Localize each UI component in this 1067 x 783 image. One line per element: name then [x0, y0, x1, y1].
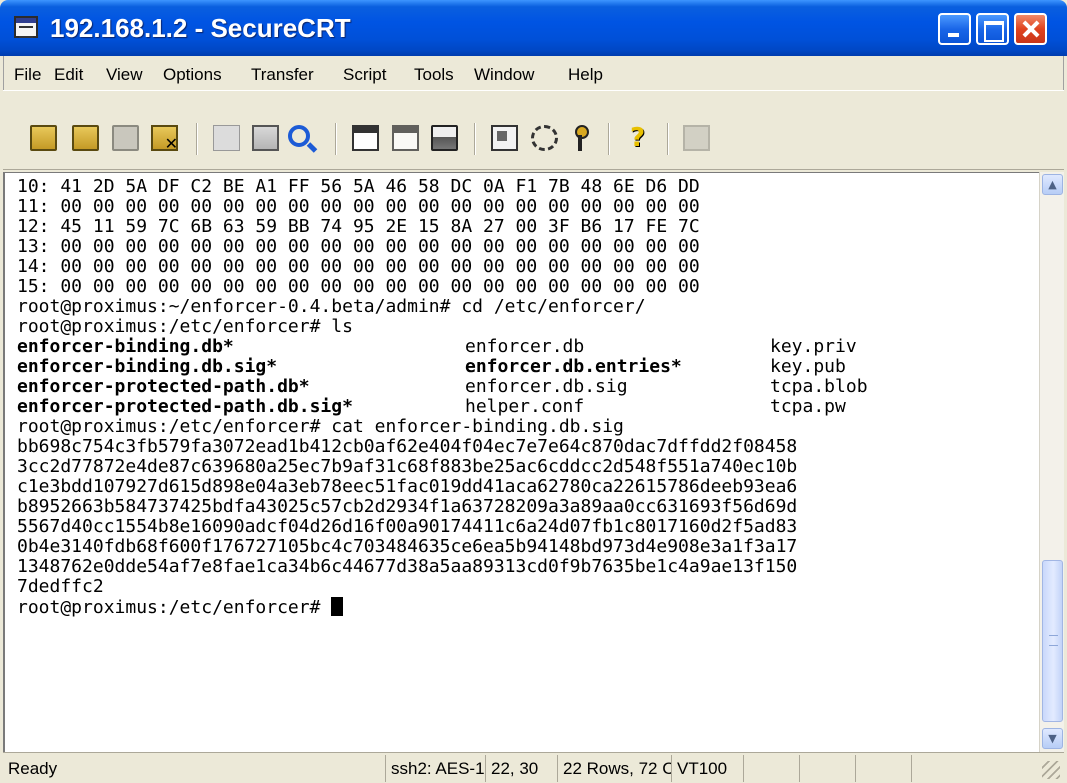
terminal-line: root@proximus:~/enforcer-0.4.beta/admin#…	[17, 296, 646, 317]
terminal-line: 13: 00 00 00 00 00 00 00 00 00 00 00 00 …	[17, 236, 700, 257]
keymap-icon[interactable]	[683, 125, 710, 151]
session-options-icon[interactable]	[491, 125, 518, 151]
clone-session-icon[interactable]	[392, 125, 419, 151]
status-empty-3	[855, 755, 911, 782]
terminal-line: 12: 45 11 59 7C 6B 63 59 BB 74 95 2E 15 …	[17, 216, 700, 237]
status-emulation: VT100	[671, 755, 743, 782]
window-title: 192.168.1.2 - SecureCRT	[50, 13, 351, 43]
print-icon[interactable]	[431, 125, 458, 151]
status-empty-2	[799, 755, 855, 782]
help-icon[interactable]: ?	[624, 125, 651, 151]
maximize-button[interactable]	[976, 13, 1009, 45]
menu-window[interactable]: Window	[474, 65, 534, 85]
terminal-line: bb698c754c3fb579fa3072ead1b412cb0af62e40…	[17, 436, 798, 457]
global-options-icon[interactable]	[531, 125, 558, 151]
menu-file[interactable]: File	[14, 65, 41, 85]
ls-entry: tcpa.pw	[770, 396, 846, 417]
terminal-line: 3cc2d77872e4de87c639680a25ec7b9af31c68f8…	[17, 456, 798, 477]
ls-entry: key.pub	[770, 356, 846, 377]
shell-prompt: root@proximus:/etc/enforcer#	[17, 597, 332, 618]
status-empty-4	[911, 755, 967, 782]
securecrt-app-icon[interactable]	[14, 16, 38, 38]
toolbar-separator	[196, 123, 198, 155]
status-bar: Ready ssh2: AES-128 22, 30 22 Rows, 72 C…	[3, 752, 1064, 783]
status-dimensions: 22 Rows, 72 Cols	[557, 755, 671, 782]
terminal-line: c1e3bdd107927d615d898e04a3eb78eec51fac01…	[17, 476, 798, 497]
ls-entry: enforcer-protected-path.db*	[17, 376, 310, 397]
scroll-up-arrow-icon[interactable]: ▲	[1042, 174, 1063, 195]
menu-bar: File Edit View Options Transfer Script T…	[3, 56, 1064, 90]
copy-icon[interactable]	[213, 125, 240, 151]
terminal-line: 5567d40cc1554b8e16090adcf04d26d16f00a901…	[17, 516, 798, 537]
connect-icon[interactable]	[30, 125, 57, 151]
toolbar-separator	[474, 123, 476, 155]
resize-grip-icon[interactable]	[1042, 761, 1060, 779]
title-bar[interactable]: 192.168.1.2 - SecureCRT	[0, 0, 1067, 56]
close-button[interactable]	[1014, 13, 1047, 45]
key-generation-icon[interactable]	[573, 125, 589, 151]
ls-entry: enforcer.db	[465, 336, 585, 357]
disconnect-icon[interactable]	[151, 125, 178, 153]
toolbar: ?	[3, 90, 1064, 170]
status-ready: Ready	[8, 759, 58, 778]
menu-view[interactable]: View	[106, 65, 143, 85]
find-icon[interactable]	[288, 125, 310, 147]
ls-entry: enforcer-binding.db.sig*	[17, 356, 278, 377]
terminal-screen[interactable]: 10: 41 2D 5A DF C2 BE A1 FF 56 5A 46 58 …	[3, 172, 1039, 752]
ls-entry: enforcer.db.entries*	[465, 356, 682, 377]
paste-icon[interactable]	[252, 125, 279, 151]
scroll-down-arrow-icon[interactable]: ▼	[1042, 728, 1063, 749]
text-cursor	[331, 597, 344, 616]
terminal-line: 11: 00 00 00 00 00 00 00 00 00 00 00 00 …	[17, 196, 700, 217]
scroll-thumb[interactable]	[1042, 560, 1063, 722]
status-cursor-position: 22, 30	[485, 755, 557, 782]
ls-entry: enforcer-binding.db*	[17, 336, 234, 357]
ls-entry: tcpa.blob	[770, 376, 868, 397]
terminal-line: 10: 41 2D 5A DF C2 BE A1 FF 56 5A 46 58 …	[17, 176, 700, 197]
ls-entry: enforcer.db.sig	[465, 376, 628, 397]
toolbar-separator	[335, 123, 337, 155]
terminal-line: 15: 00 00 00 00 00 00 00 00 00 00 00 00 …	[17, 276, 700, 297]
terminal-line: 1348762e0dde54af7e8fae1ca34b6c44677d38a5…	[17, 556, 798, 577]
toolbar-separator	[667, 123, 669, 155]
quick-connect-icon[interactable]	[72, 125, 99, 151]
menu-options[interactable]: Options	[163, 65, 222, 85]
menu-script[interactable]: Script	[343, 65, 386, 85]
vertical-scrollbar[interactable]: ▲ ▼	[1039, 172, 1064, 752]
terminal-prompt-line[interactable]: root@proximus:/etc/enforcer#	[17, 597, 344, 618]
terminal-line: root@proximus:/etc/enforcer# cat enforce…	[17, 416, 624, 437]
status-empty-1	[743, 755, 799, 782]
menu-tools[interactable]: Tools	[414, 65, 454, 85]
terminal-line: 14: 00 00 00 00 00 00 00 00 00 00 00 00 …	[17, 256, 700, 277]
menu-help[interactable]: Help	[568, 65, 603, 85]
ls-entry: enforcer-protected-path.db.sig*	[17, 396, 353, 417]
terminal-line: b8952663b584737425bdfa43025c57cb2d2934f1…	[17, 496, 798, 517]
menu-edit[interactable]: Edit	[54, 65, 83, 85]
status-cipher: ssh2: AES-128	[385, 755, 485, 782]
terminal-line: root@proximus:/etc/enforcer# ls	[17, 316, 353, 337]
terminal-line: 0b4e3140fdb68f600f176727105bc4c703484635…	[17, 536, 798, 557]
reconnect-icon[interactable]	[112, 125, 139, 151]
ls-entry: helper.conf	[465, 396, 585, 417]
new-window-icon[interactable]	[352, 125, 379, 151]
minimize-button[interactable]	[938, 13, 971, 45]
menu-transfer[interactable]: Transfer	[251, 65, 314, 85]
toolbar-separator	[608, 123, 610, 155]
terminal-line: 7dedffc2	[17, 576, 104, 597]
ls-entry: key.priv	[770, 336, 857, 357]
